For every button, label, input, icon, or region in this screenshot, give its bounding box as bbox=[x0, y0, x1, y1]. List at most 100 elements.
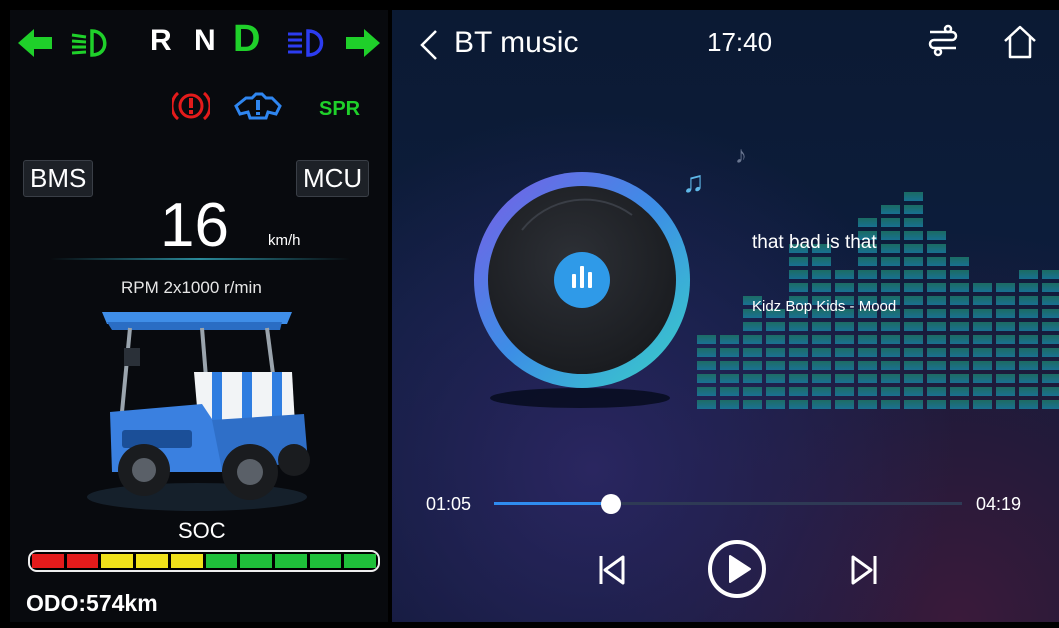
equalizer-block bbox=[812, 361, 831, 370]
equalizer-block bbox=[950, 322, 969, 331]
equalizer-block bbox=[1019, 283, 1038, 292]
next-track-icon[interactable] bbox=[848, 552, 880, 588]
equalizer-block bbox=[973, 283, 992, 292]
equalizer-block bbox=[881, 205, 900, 214]
soc-segment bbox=[274, 554, 307, 568]
equalizer-block bbox=[950, 309, 969, 318]
equalizer-block bbox=[950, 257, 969, 266]
equalizer-block bbox=[1042, 322, 1059, 331]
equalizer-block bbox=[973, 309, 992, 318]
rpm-label: RPM 2x1000 r/min bbox=[121, 278, 262, 297]
equalizer-block bbox=[881, 322, 900, 331]
equalizer-block bbox=[904, 257, 923, 266]
music-note-small-icon: ♪ bbox=[735, 142, 747, 169]
equalizer-block bbox=[789, 374, 808, 383]
lyric-line: that bad is that bbox=[752, 232, 877, 253]
soc-segment bbox=[66, 554, 99, 568]
equalizer-block bbox=[1042, 335, 1059, 344]
back-chevron-icon[interactable] bbox=[418, 28, 440, 62]
speed-unit: km/h bbox=[268, 232, 301, 249]
dashboard-screen: R N D SPR BMS MCU 16 km/h RPM 2x1000 r/m… bbox=[0, 0, 1059, 628]
equalizer-block bbox=[1019, 400, 1038, 409]
equalizer-block bbox=[1019, 322, 1038, 331]
equalizer-block bbox=[812, 374, 831, 383]
low-beam-icon bbox=[71, 29, 107, 57]
equalizer-block bbox=[1042, 361, 1059, 370]
equalizer-block bbox=[789, 283, 808, 292]
progress-slider[interactable] bbox=[494, 494, 962, 514]
spr-indicator: SPR bbox=[319, 98, 361, 120]
equalizer-block bbox=[927, 270, 946, 279]
equalizer-block bbox=[950, 387, 969, 396]
album-disc bbox=[474, 172, 690, 408]
equalizer-block bbox=[904, 322, 923, 331]
play-icon[interactable] bbox=[706, 538, 768, 600]
equalizer-block bbox=[743, 361, 762, 370]
instrument-cluster: R N D SPR BMS MCU 16 km/h RPM 2x1000 r/m… bbox=[10, 10, 388, 622]
equalizer-block bbox=[835, 335, 854, 344]
equalizer-block bbox=[950, 296, 969, 305]
equalizer-block bbox=[743, 374, 762, 383]
equalizer-block bbox=[927, 244, 946, 253]
current-time: 01:05 bbox=[426, 494, 472, 514]
home-icon[interactable] bbox=[1002, 24, 1038, 60]
equalizer-block bbox=[904, 374, 923, 383]
equalizer-block bbox=[766, 361, 785, 370]
settings-sliders-icon[interactable] bbox=[926, 24, 960, 60]
equalizer-block bbox=[835, 374, 854, 383]
equalizer-block bbox=[1019, 335, 1038, 344]
equalizer-block bbox=[881, 387, 900, 396]
equalizer-block bbox=[743, 335, 762, 344]
equalizer-block bbox=[1042, 387, 1059, 396]
equalizer-block bbox=[996, 361, 1015, 370]
equalizer-block bbox=[766, 335, 785, 344]
equalizer-block bbox=[973, 374, 992, 383]
mcu-button[interactable]: MCU bbox=[296, 160, 370, 197]
equalizer-block bbox=[720, 400, 739, 409]
equalizer-block bbox=[835, 348, 854, 357]
equalizer-block bbox=[766, 348, 785, 357]
equalizer-block bbox=[1019, 270, 1038, 279]
equalizer-block bbox=[766, 374, 785, 383]
progress-knob[interactable] bbox=[601, 494, 621, 514]
equalizer-block bbox=[973, 348, 992, 357]
fault-warning-icon bbox=[234, 92, 282, 120]
equalizer-block bbox=[927, 335, 946, 344]
equalizer-block bbox=[927, 283, 946, 292]
equalizer-block bbox=[1042, 348, 1059, 357]
equalizer-block bbox=[812, 387, 831, 396]
equalizer-block bbox=[973, 335, 992, 344]
equalizer-block bbox=[812, 348, 831, 357]
total-time: 04:19 bbox=[976, 494, 1022, 514]
equalizer-block bbox=[858, 400, 877, 409]
equalizer-block bbox=[996, 335, 1015, 344]
equalizer-block bbox=[973, 322, 992, 331]
equalizer-block bbox=[789, 348, 808, 357]
equalizer-block bbox=[904, 270, 923, 279]
soc-segment bbox=[136, 554, 168, 568]
odometer: ODO:574km bbox=[26, 590, 158, 616]
previous-track-icon[interactable] bbox=[596, 552, 628, 588]
equalizer-block bbox=[858, 335, 877, 344]
equalizer-block bbox=[835, 270, 854, 279]
equalizer-block bbox=[927, 361, 946, 370]
bms-button[interactable]: BMS bbox=[23, 160, 94, 197]
equalizer-block bbox=[766, 322, 785, 331]
equalizer-block bbox=[835, 322, 854, 331]
equalizer-block bbox=[743, 322, 762, 331]
equalizer-block bbox=[996, 374, 1015, 383]
equalizer-block bbox=[1019, 296, 1038, 305]
equalizer-block bbox=[1042, 309, 1059, 318]
equalizer-block bbox=[881, 400, 900, 409]
music-panel: BT music 17:40 ♫ ♪ that bad is that Kidz… bbox=[392, 10, 1059, 622]
equalizer-block bbox=[973, 361, 992, 370]
equalizer-block bbox=[904, 205, 923, 214]
equalizer-block bbox=[950, 361, 969, 370]
soc-segment bbox=[309, 554, 342, 568]
equalizer-block bbox=[835, 361, 854, 370]
equalizer-block bbox=[789, 400, 808, 409]
equalizer-block bbox=[881, 361, 900, 370]
soc-segment bbox=[170, 554, 203, 568]
soc-segment bbox=[240, 554, 272, 568]
equalizer-block bbox=[1042, 400, 1059, 409]
